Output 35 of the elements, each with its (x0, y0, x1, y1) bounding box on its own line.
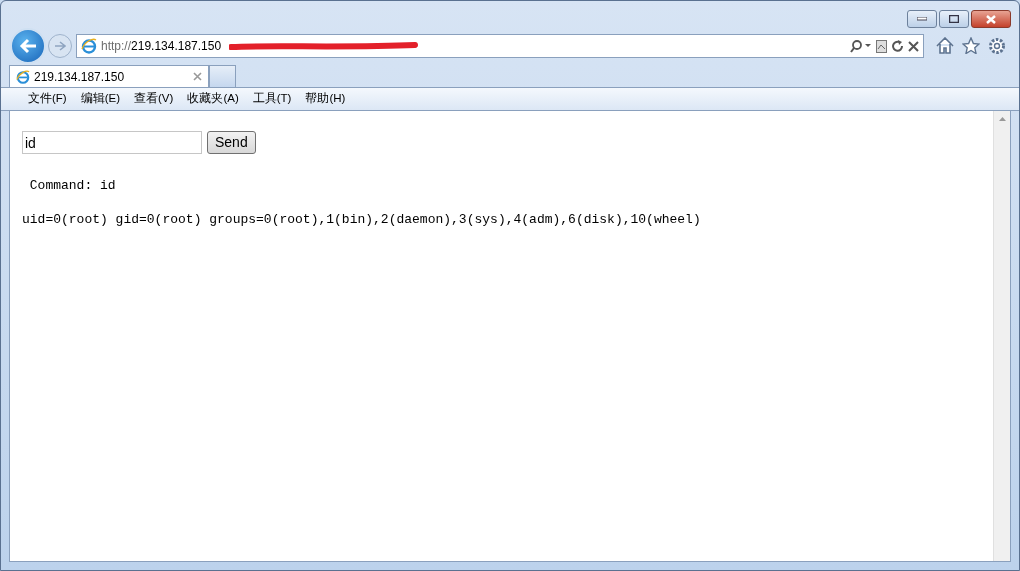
browser-logo-icon (81, 38, 97, 54)
menu-item[interactable]: 工具(T) (245, 90, 299, 108)
forward-arrow-icon (54, 41, 66, 51)
menu-item[interactable]: 帮助(H) (298, 90, 353, 108)
close-button[interactable] (971, 10, 1011, 28)
url-host: 219.134.187.150 (131, 39, 222, 53)
compatibility-icon[interactable] (876, 39, 887, 53)
maximize-icon (949, 15, 959, 23)
send-button[interactable]: Send (207, 131, 256, 154)
stop-icon[interactable] (908, 40, 919, 52)
close-icon (986, 14, 996, 24)
browser-logo-icon (16, 69, 30, 84)
command-label: Command: id (28, 177, 117, 195)
home-icon[interactable] (936, 37, 954, 54)
scroll-up-icon[interactable] (998, 117, 1006, 121)
minimize-icon (917, 17, 927, 21)
star-icon[interactable] (962, 37, 980, 54)
command-field[interactable]: id (22, 131, 202, 154)
browser-tab[interactable]: 219.134.187.150 (9, 65, 209, 87)
search-icon[interactable] (850, 39, 872, 53)
url-scheme: http:// (101, 39, 132, 53)
scrollbar[interactable] (993, 111, 1010, 561)
command-output: uid=0(root) gid=0(root) groups=0(root),1(bin),2(daemon),3(sys),4(adm),6(disk),10(wheel) (22, 210, 702, 229)
menu-item[interactable]: 编辑(E) (73, 90, 128, 108)
menu-item[interactable]: 文件(F) (21, 90, 74, 108)
refresh-icon[interactable] (891, 39, 904, 53)
tab-title: 219.134.187.150 (34, 68, 125, 86)
menu-item[interactable]: 查看(V) (127, 90, 181, 108)
back-arrow-icon (19, 38, 37, 54)
address-field[interactable]: http://219.134.187.150 (76, 34, 924, 58)
back-button[interactable] (10, 28, 46, 64)
settings-icon[interactable] (988, 37, 1006, 55)
maximize-button[interactable] (939, 10, 969, 28)
menu-item[interactable]: 收藏夹(A) (180, 90, 246, 108)
close-tab-icon[interactable] (193, 72, 202, 81)
